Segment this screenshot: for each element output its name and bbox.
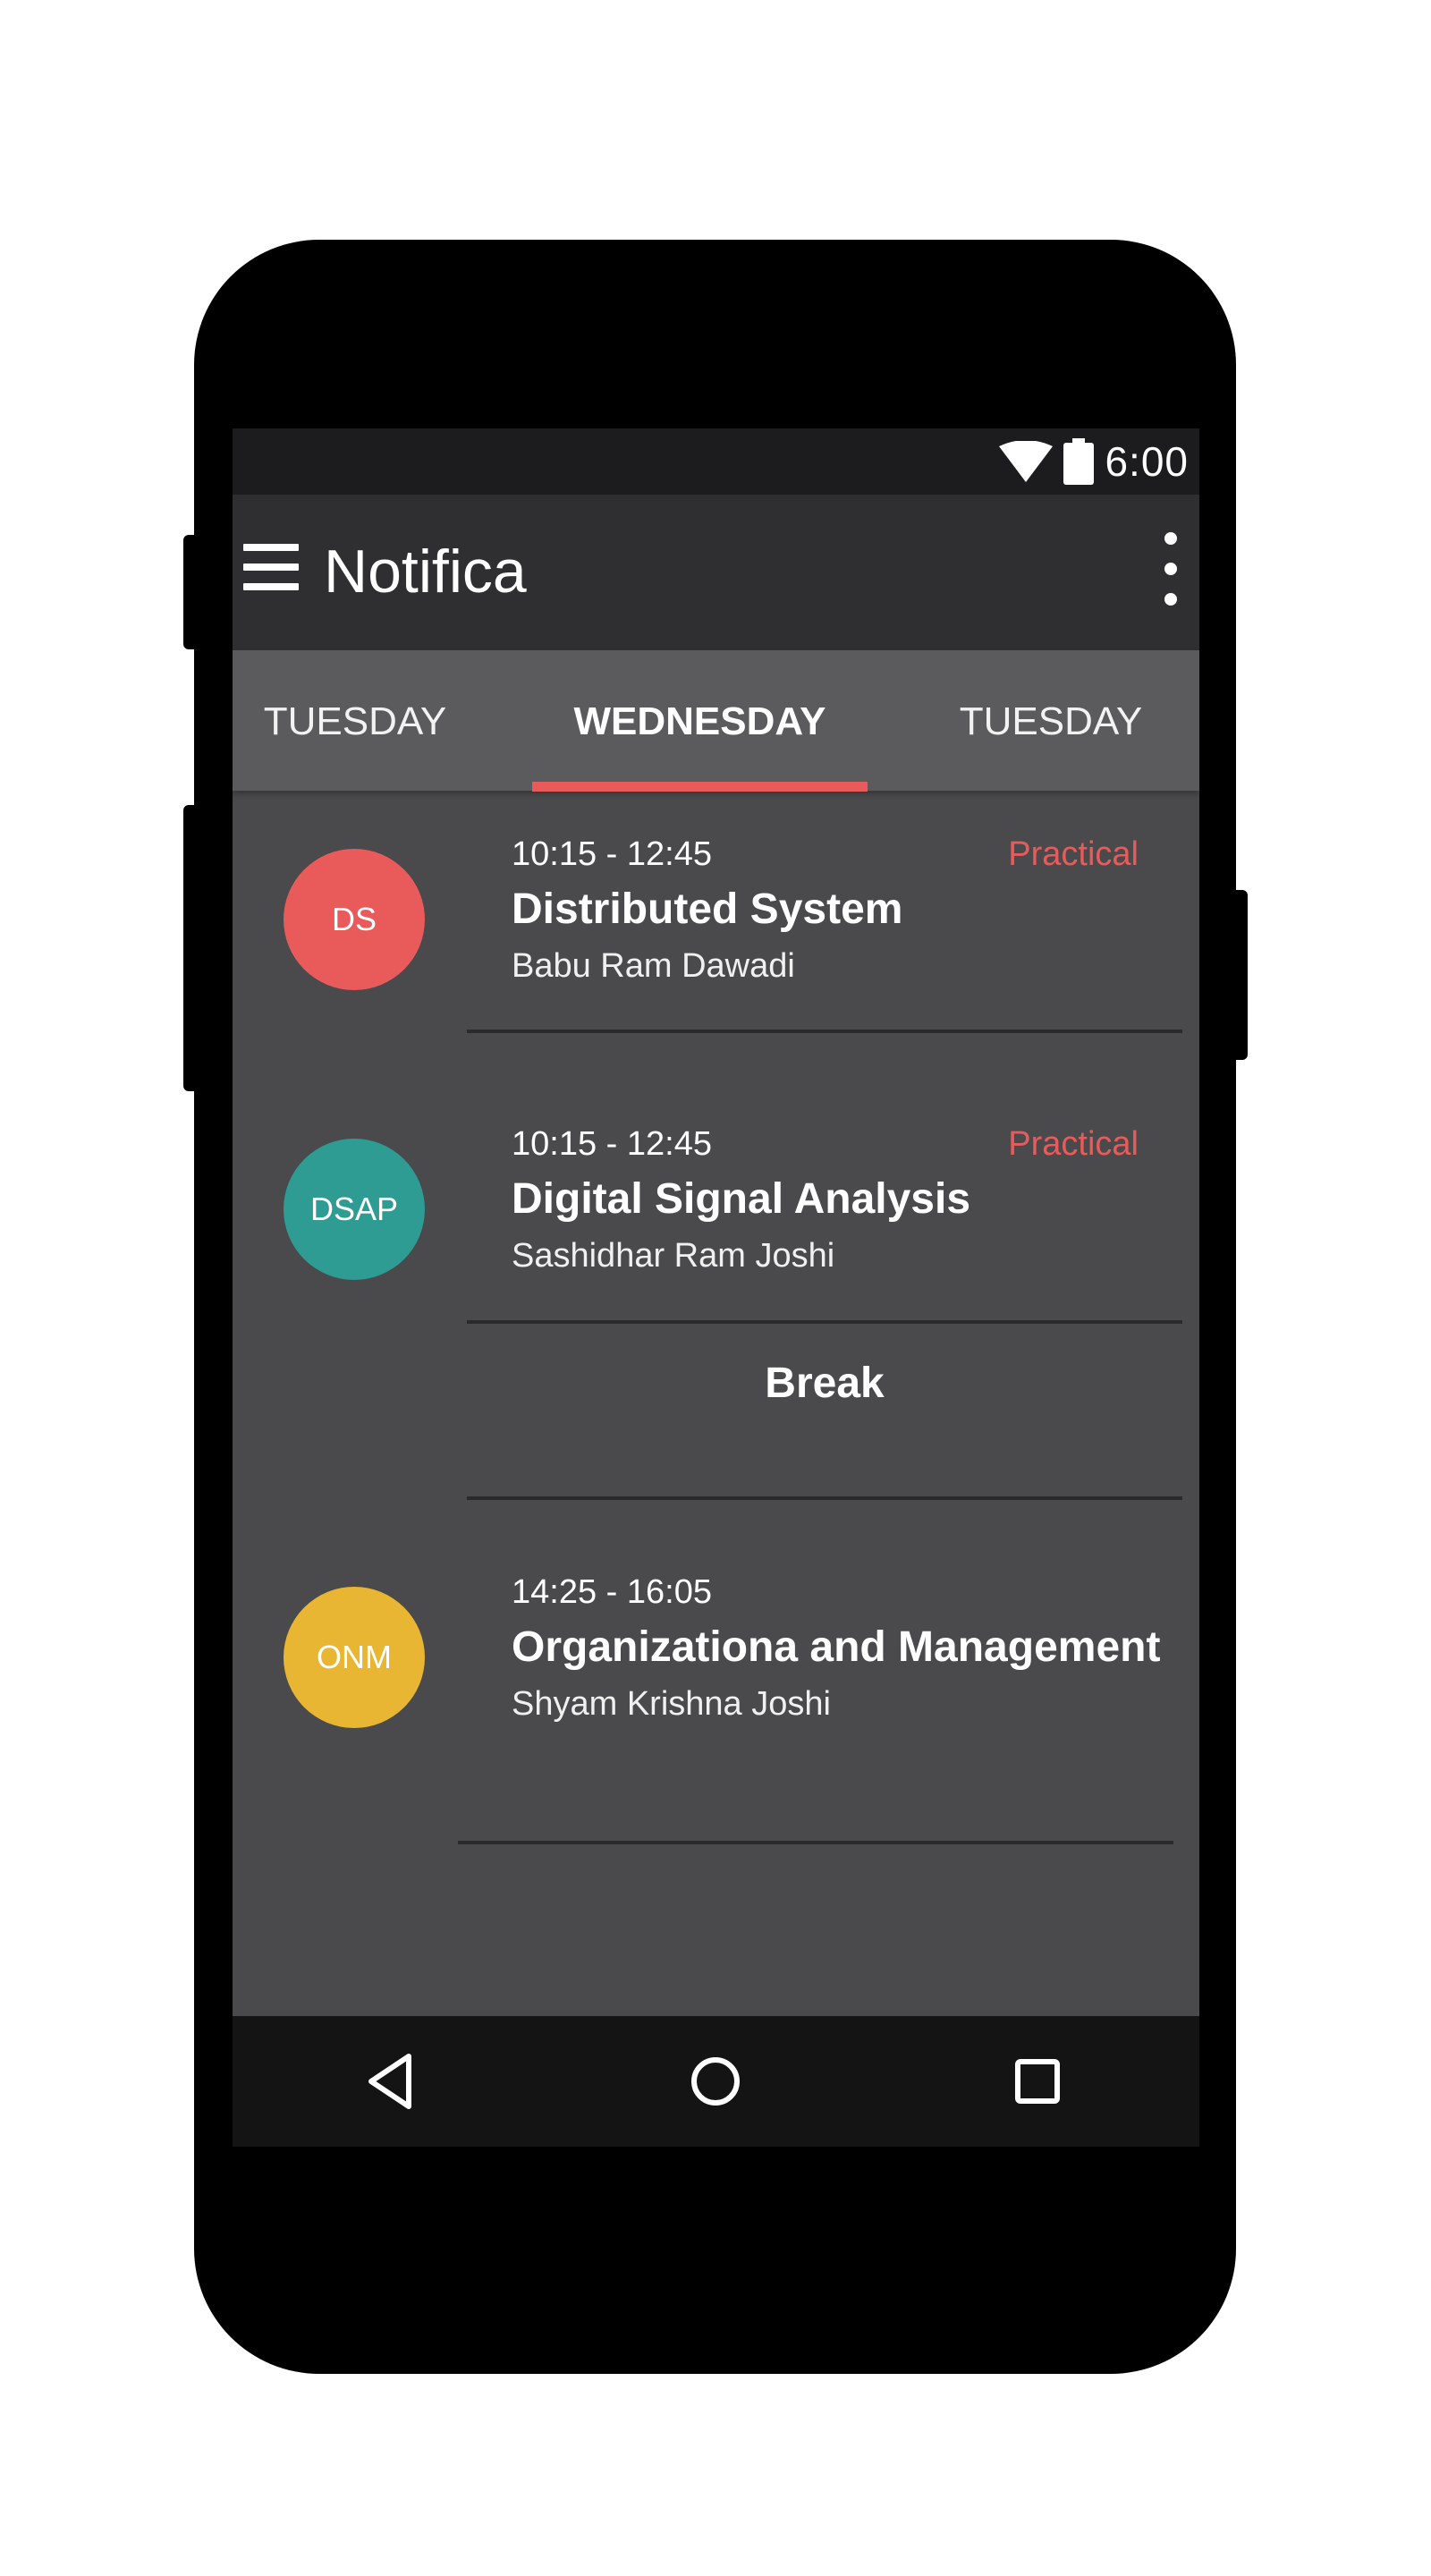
teacher-name: Shyam Krishna Joshi [512, 1685, 831, 1723]
course-badge: DS [284, 849, 425, 990]
app-title: Notifica [324, 538, 527, 606]
battery-icon [1063, 438, 1095, 485]
overflow-menu-icon[interactable] [1162, 532, 1180, 607]
recents-icon[interactable] [1002, 2046, 1073, 2117]
divider [467, 1320, 1182, 1324]
break-label: Break [765, 1360, 885, 1407]
back-icon[interactable] [355, 2046, 427, 2117]
status-bar: 6:00 [233, 428, 1199, 495]
subject-title: Digital Signal Analysis [512, 1175, 971, 1223]
teacher-name: Sashidhar Ram Joshi [512, 1237, 835, 1275]
subject-title: Distributed System [512, 886, 903, 933]
nav-bar [233, 2016, 1199, 2147]
tab-tuesday[interactable]: TUESDAY [233, 650, 478, 791]
class-time: 10:15 - 12:45 [512, 835, 712, 873]
page: 6:00 Notifica TUESDAY WEDNESDAY TUESDAY [0, 0, 1431, 2576]
tab-tuesday-next[interactable]: TUESDAY [912, 650, 1190, 791]
class-type-tag: Practical [1008, 835, 1139, 873]
course-badge: ONM [284, 1587, 425, 1728]
home-icon[interactable] [680, 2046, 751, 2117]
status-time: 6:00 [1105, 438, 1189, 485]
schedule-list: DS 10:15 - 12:45 Practical Distributed S… [233, 791, 1199, 1945]
divider [458, 1841, 1173, 1844]
subject-title: Organizationa and Management [512, 1623, 1161, 1671]
schedule-item-ds[interactable]: DS 10:15 - 12:45 Practical Distributed S… [233, 791, 1199, 1032]
course-badge: DSAP [284, 1139, 425, 1280]
day-tabs: TUESDAY WEDNESDAY TUESDAY [233, 650, 1199, 792]
class-time: 14:25 - 16:05 [512, 1573, 712, 1611]
menu-icon[interactable] [243, 544, 301, 597]
class-type-tag: Practical [1008, 1125, 1139, 1163]
app-bar: Notifica [233, 495, 1199, 650]
wifi-icon [999, 441, 1054, 482]
schedule-item-onm[interactable]: ONM 14:25 - 16:05 Organizationa and Mana… [233, 1500, 1199, 1840]
screen: 6:00 Notifica TUESDAY WEDNESDAY TUESDAY [233, 428, 1199, 2147]
teacher-name: Babu Ram Dawadi [512, 947, 795, 985]
tab-wednesday[interactable]: WEDNESDAY [532, 650, 868, 791]
class-time: 10:15 - 12:45 [512, 1125, 712, 1163]
schedule-item-dsap[interactable]: DSAP 10:15 - 12:45 Practical Digital Sig… [233, 1033, 1199, 1324]
status-icons: 6:00 [999, 436, 1189, 487]
